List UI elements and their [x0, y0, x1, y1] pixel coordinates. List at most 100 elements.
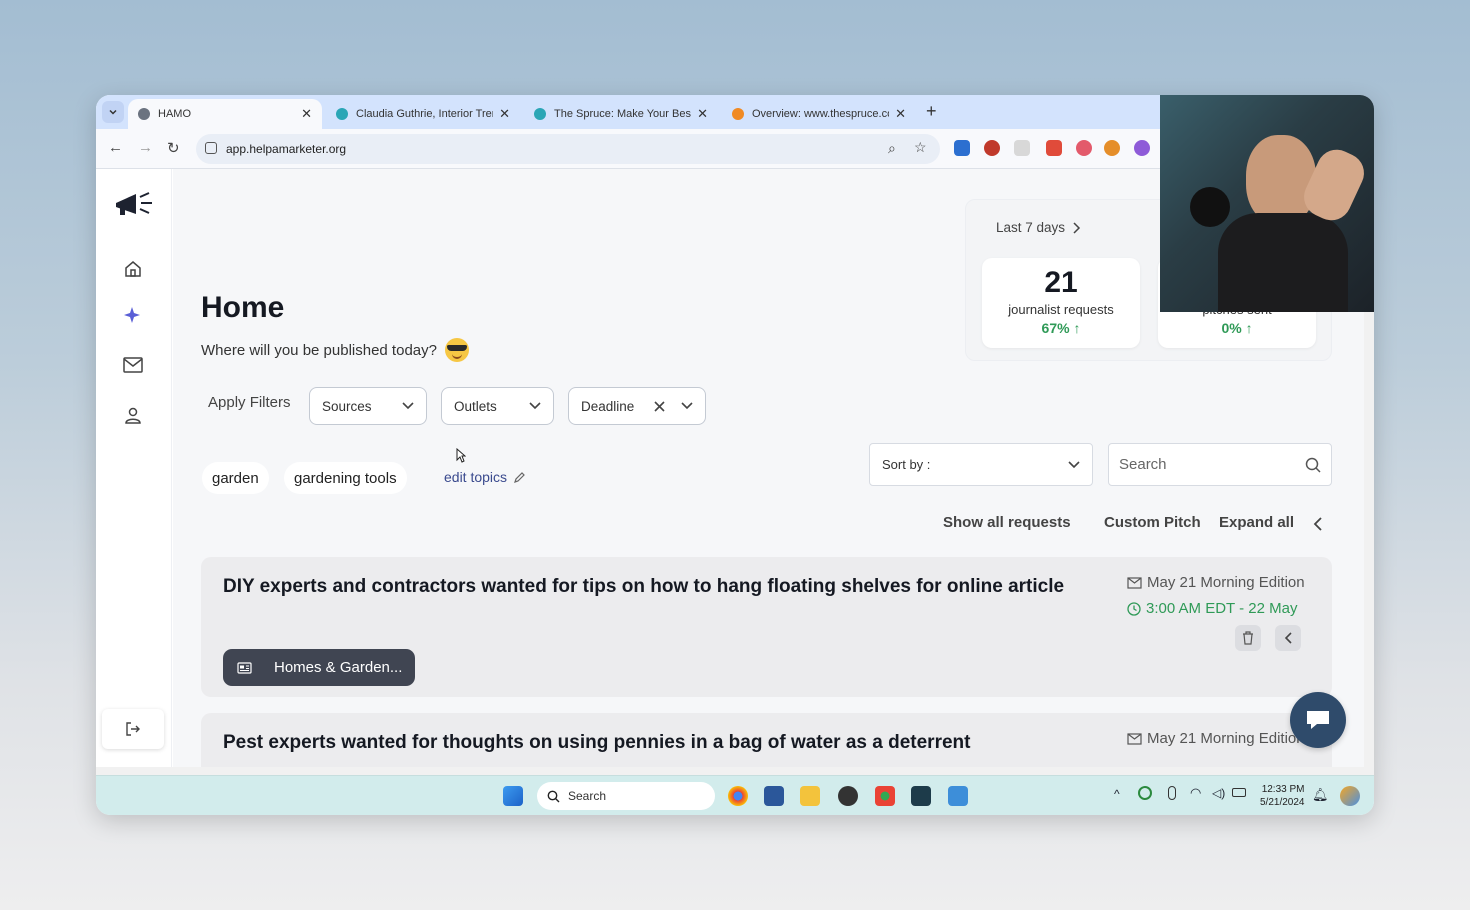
tab-spruce[interactable]: The Spruce: Make Your Best Ho ✕: [524, 99, 718, 129]
search-input[interactable]: Search: [1108, 443, 1332, 486]
sync-icon[interactable]: [1138, 786, 1152, 800]
logout-button[interactable]: [102, 709, 164, 749]
word-icon[interactable]: [764, 786, 784, 806]
presenter-shirt: [1218, 213, 1348, 312]
close-icon[interactable]: ✕: [499, 106, 510, 122]
sort-dropdown[interactable]: Sort by :: [869, 443, 1093, 486]
period-selector[interactable]: Last 7 days: [996, 220, 1081, 235]
windows-taskbar: Search ^ ◠ ◁) 12:33 PM 5/21/2024 🔔︎: [96, 775, 1374, 815]
custom-pitch-button[interactable]: Custom Pitch: [1104, 514, 1201, 531]
newspaper-icon: [237, 661, 252, 674]
page-title: Home: [201, 291, 285, 324]
extension-icon[interactable]: [1104, 140, 1120, 156]
mouse-cursor-icon: [456, 448, 466, 463]
file-explorer-icon[interactable]: [800, 786, 820, 806]
battery-icon[interactable]: [1232, 788, 1246, 797]
obs-icon[interactable]: [838, 786, 858, 806]
category-badge[interactable]: Homes & Garden...: [223, 649, 415, 686]
delete-button[interactable]: [1235, 625, 1261, 651]
chevron-up-icon[interactable]: ^: [1114, 787, 1120, 801]
arrow-up-icon: ↑: [1245, 320, 1253, 336]
chevron-right-icon: [1073, 221, 1081, 234]
request-card[interactable]: DIY experts and contractors wanted for t…: [201, 557, 1332, 697]
chrome-icon[interactable]: [728, 786, 748, 806]
webcam-overlay: [1160, 95, 1374, 312]
tab-overview[interactable]: Overview: www.thespruce.com/ ✕: [722, 99, 916, 129]
start-icon[interactable]: [503, 786, 523, 806]
chevron-left-icon[interactable]: [1313, 517, 1322, 531]
sources-filter[interactable]: Sources: [309, 387, 427, 425]
site-icon: [732, 108, 744, 120]
copilot-icon[interactable]: [1340, 786, 1360, 806]
reload-icon[interactable]: ↻: [167, 139, 180, 157]
deadline-filter[interactable]: Deadline: [568, 387, 706, 425]
edit-topics-link[interactable]: edit topics: [444, 469, 526, 485]
sparkle-icon[interactable]: [121, 303, 145, 327]
chevron-down-icon: [1068, 460, 1080, 468]
megaphone-logo-icon[interactable]: [112, 191, 154, 219]
trash-icon: [1243, 631, 1253, 645]
extension-icon[interactable]: [984, 140, 1000, 156]
chrome-profile-icon[interactable]: [875, 786, 895, 806]
request-edition: May 21 Morning Edition: [1127, 730, 1305, 747]
microphone-icon[interactable]: [1168, 786, 1176, 800]
wifi-icon[interactable]: ◠: [1190, 785, 1201, 801]
site-icon: [534, 108, 546, 120]
chevron-down-icon: [402, 402, 414, 410]
request-title[interactable]: Pest experts wanted for thoughts on usin…: [223, 729, 1103, 756]
close-icon[interactable]: ✕: [697, 106, 708, 122]
new-tab-button[interactable]: +: [926, 101, 937, 122]
photos-icon[interactable]: [948, 786, 968, 806]
extension-icon[interactable]: [1076, 140, 1092, 156]
arrow-up-icon: ↑: [1073, 320, 1081, 336]
page-subtitle: Where will you be published today?: [201, 338, 469, 362]
bookmark-star-icon[interactable]: ☆: [914, 139, 927, 156]
user-icon[interactable]: [121, 403, 145, 427]
url-field[interactable]: app.helpamarketer.org ⌕ ☆: [196, 134, 940, 164]
taskbar-search[interactable]: Search: [537, 782, 715, 810]
collapse-button[interactable]: [1275, 625, 1301, 651]
back-icon[interactable]: ←: [108, 139, 123, 156]
mail-icon: [1127, 732, 1142, 745]
logout-icon: [126, 722, 140, 736]
request-card[interactable]: Pest experts wanted for thoughts on usin…: [201, 713, 1332, 767]
extension-icon[interactable]: [1046, 140, 1062, 156]
chevron-left-icon: [1284, 632, 1292, 644]
clock-icon: [1127, 601, 1141, 616]
speaker-icon[interactable]: ◁): [1212, 786, 1225, 800]
browser-window: HAMO ✕ Claudia Guthrie, Interior Trends …: [96, 95, 1374, 815]
outlets-filter[interactable]: Outlets: [441, 387, 554, 425]
close-icon[interactable]: ✕: [895, 106, 906, 122]
app-icon[interactable]: [911, 786, 931, 806]
tab-claudia[interactable]: Claudia Guthrie, Interior Trends ✕: [326, 99, 520, 129]
system-clock[interactable]: 12:33 PM 5/21/2024: [1260, 783, 1305, 809]
show-all-requests-button[interactable]: Show all requests: [943, 514, 1071, 531]
close-icon[interactable]: ✕: [301, 106, 312, 122]
forward-icon[interactable]: →: [138, 139, 153, 156]
expand-all-button[interactable]: Expand all: [1219, 514, 1294, 531]
mail-icon[interactable]: [121, 353, 145, 377]
request-title[interactable]: DIY experts and contractors wanted for t…: [223, 573, 1083, 600]
horizontal-scrollbar[interactable]: [96, 767, 1374, 775]
apply-filters-label: Apply Filters: [208, 394, 291, 411]
search-icon[interactable]: [1305, 457, 1321, 473]
megaphone-icon: [138, 108, 150, 120]
clear-icon[interactable]: [654, 400, 665, 412]
extension-icon[interactable]: [1014, 140, 1030, 156]
notification-bell-icon[interactable]: 🔔︎: [1312, 787, 1329, 803]
home-icon[interactable]: [121, 257, 145, 281]
search-icon: [547, 790, 560, 802]
tab-hamo[interactable]: HAMO ✕: [128, 99, 322, 129]
tab-search-button[interactable]: [102, 101, 124, 123]
zoom-icon[interactable]: ⌕: [888, 140, 896, 157]
topic-chip[interactable]: garden: [202, 462, 269, 494]
site-info-icon[interactable]: [205, 142, 217, 154]
topic-chip[interactable]: gardening tools: [284, 462, 407, 494]
extension-new-icon[interactable]: [954, 140, 970, 156]
profile-icon[interactable]: [1134, 140, 1150, 156]
chevron-down-icon: [681, 402, 693, 410]
chat-button[interactable]: [1290, 692, 1346, 748]
journalist-requests-card: 21 journalist requests 67% ↑: [982, 258, 1140, 348]
request-deadline: 3:00 AM EDT - 22 May: [1127, 600, 1297, 617]
site-icon: [336, 108, 348, 120]
